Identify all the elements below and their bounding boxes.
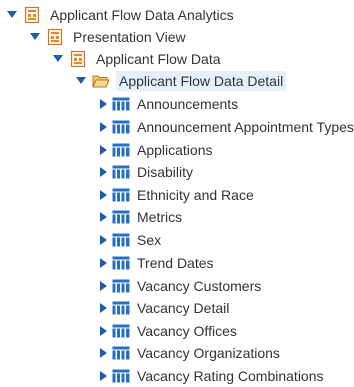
triangle-right-icon[interactable] [96, 256, 110, 270]
tree-node-subject-area[interactable]: Applicant Flow Data [51, 48, 224, 70]
table-icon [112, 299, 130, 317]
triangle-right-icon[interactable] [96, 210, 110, 224]
triangle-right-icon[interactable] [96, 369, 110, 383]
table-node-vacancy-customers[interactable]: Vacancy Customers [96, 275, 263, 297]
tree-node-label: Vacancy Organizations [137, 345, 280, 361]
triangle-right-icon[interactable] [96, 143, 110, 157]
tree-node-label: Sex [137, 232, 162, 248]
table-node-ethnicity-and-race[interactable]: Ethnicity and Race [96, 184, 256, 206]
folder-open-icon [92, 72, 110, 90]
table-icon [112, 231, 130, 249]
table-node-vacancy-offices[interactable]: Vacancy Offices [96, 320, 239, 342]
tree-node-label: Metrics [137, 209, 183, 225]
tree-node-label: Vacancy Rating Combinations [137, 368, 324, 384]
triangle-down-icon[interactable] [74, 74, 88, 88]
triangle-down-icon[interactable] [51, 52, 65, 66]
table-node-vacancy-organizations[interactable]: Vacancy Organizations [96, 342, 282, 364]
table-node-sex[interactable]: Sex [96, 229, 163, 251]
table-icon [112, 344, 130, 362]
triangle-down-icon[interactable] [5, 8, 19, 22]
table-icon [112, 118, 130, 136]
triangle-right-icon[interactable] [96, 346, 110, 360]
table-node-vacancy-detail[interactable]: Vacancy Detail [96, 297, 231, 319]
tree-node-label: Trend Dates [137, 255, 214, 271]
tree-node-label: Disability [137, 164, 194, 180]
tree-node-label: Applicant Flow Data Analytics [50, 7, 234, 23]
tree-node-root[interactable]: Applicant Flow Data Analytics [5, 4, 237, 26]
tree-node-label: Announcement Appointment Types [137, 119, 354, 135]
table-node-announcements[interactable]: Announcements [96, 93, 240, 115]
table-node-vacancy-rating-combinations[interactable]: Vacancy Rating Combinations [96, 365, 326, 387]
tree-node-label: Vacancy Customers [137, 278, 262, 294]
catalog-icon [46, 28, 64, 46]
triangle-right-icon[interactable] [96, 97, 110, 111]
table-icon [112, 322, 130, 340]
tree-node-label: Applications [137, 142, 213, 158]
tree-node-label: Applicant Flow Data Detail [116, 71, 287, 91]
table-node-metrics[interactable]: Metrics [96, 206, 184, 228]
table-icon [112, 277, 130, 295]
tree-node-label: Presentation View [73, 29, 186, 45]
tree-node-label: Vacancy Detail [137, 300, 230, 316]
table-icon [112, 186, 130, 204]
table-icon [112, 367, 130, 385]
triangle-right-icon[interactable] [96, 120, 110, 134]
catalog-tree: Applicant Flow Data Analytics Presentati… [0, 0, 354, 385]
triangle-down-icon[interactable] [28, 30, 42, 44]
triangle-right-icon[interactable] [96, 188, 110, 202]
triangle-right-icon[interactable] [96, 233, 110, 247]
table-node-disability[interactable]: Disability [96, 161, 195, 183]
table-node-trend-dates[interactable]: Trend Dates [96, 252, 216, 274]
table-icon [112, 163, 130, 181]
tree-node-label: Vacancy Offices [137, 323, 237, 339]
tree-node-folder-detail[interactable]: Applicant Flow Data Detail [74, 70, 287, 92]
table-icon [112, 254, 130, 272]
tree-node-label: Applicant Flow Data [96, 51, 221, 67]
table-icon [112, 141, 130, 159]
catalog-icon [69, 50, 87, 68]
tree-node-label: Ethnicity and Race [137, 187, 254, 203]
table-node-announcement-appointment-types[interactable]: Announcement Appointment Types [96, 116, 354, 138]
tree-node-label: Announcements [137, 96, 239, 112]
table-icon [112, 208, 130, 226]
triangle-right-icon[interactable] [96, 324, 110, 338]
triangle-right-icon[interactable] [96, 279, 110, 293]
triangle-right-icon[interactable] [96, 301, 110, 315]
table-node-applications[interactable]: Applications [96, 139, 215, 161]
tree-node-presentation-view[interactable]: Presentation View [28, 26, 189, 48]
triangle-right-icon[interactable] [96, 165, 110, 179]
catalog-icon [23, 6, 41, 24]
table-icon [112, 95, 130, 113]
